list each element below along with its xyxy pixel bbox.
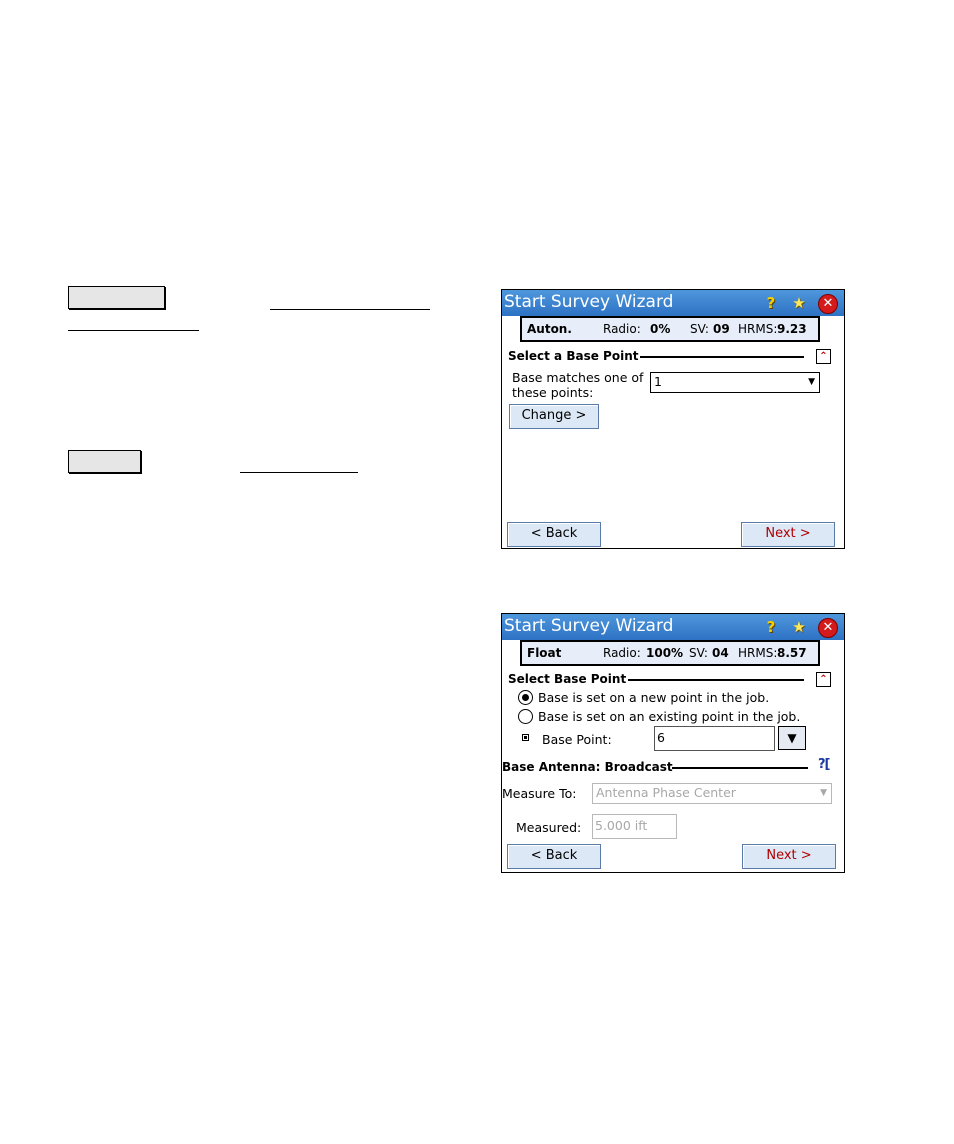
radio-value: 0% — [650, 322, 671, 336]
section-rule — [640, 356, 804, 358]
measure-to-dropdown[interactable]: Antenna Phase Center ▼ — [592, 783, 832, 804]
sv-label: SV: — [690, 322, 709, 336]
next-button[interactable]: Next > — [741, 522, 835, 547]
radio-value: 100% — [646, 646, 684, 660]
doc-key-box-2 — [68, 450, 141, 473]
title-bar: Start Survey Wizard ? ★ ✕ — [502, 614, 844, 640]
hrms-label: HRMS: — [738, 322, 778, 336]
chevron-down-icon: ▼ — [808, 377, 815, 387]
help-icon[interactable]: ? — [761, 617, 781, 637]
doc-key-box-1 — [68, 286, 165, 309]
start-survey-wizard-window-2: Start Survey Wizard ? ★ ✕ Float Radio: 1… — [501, 613, 845, 873]
measure-to-label: Measure To: — [502, 786, 577, 801]
window-title: Start Survey Wizard — [504, 616, 674, 636]
section-rule — [628, 679, 804, 681]
next-button[interactable]: Next > — [742, 844, 836, 869]
hrms-label: HRMS: — [738, 646, 778, 660]
collapse-section-icon[interactable]: ⌃ — [816, 672, 831, 687]
base-match-label-line1: Base matches one of — [512, 370, 644, 385]
base-point-dropdown[interactable]: 1 ▼ — [650, 372, 820, 393]
collapse-section-icon[interactable]: ⌃ — [816, 349, 831, 364]
sv-value: 04 — [712, 646, 729, 660]
hrms-value: 9.23 — [777, 322, 807, 336]
close-icon[interactable]: ✕ — [818, 618, 838, 638]
back-button[interactable]: < Back — [507, 522, 601, 547]
section-title-select-base: Select a Base Point — [508, 349, 639, 363]
section-title-select-base: Select Base Point — [508, 672, 627, 686]
section-rule — [672, 767, 808, 769]
doc-underline-2 — [68, 330, 199, 331]
sv-value: 09 — [713, 322, 730, 336]
help-icon[interactable]: ? — [761, 293, 781, 313]
bullet-icon — [522, 734, 529, 741]
radio-existing-point[interactable] — [518, 709, 533, 724]
radio-new-point-label: Base is set on a new point in the job. — [538, 690, 770, 705]
section-title-base-antenna: Base Antenna: Broadcast — [502, 760, 673, 774]
back-button[interactable]: < Back — [507, 844, 601, 869]
favorites-star-icon[interactable]: ★ — [789, 293, 809, 313]
window-title: Start Survey Wizard — [504, 292, 674, 312]
radio-existing-point-label: Base is set on an existing point in the … — [538, 709, 801, 724]
sv-label: SV: — [689, 646, 708, 660]
doc-underline-3 — [240, 472, 358, 473]
base-point-input-value: 6 — [657, 730, 665, 745]
base-point-dropdown-value: 1 — [654, 374, 662, 389]
title-bar: Start Survey Wizard ? ★ ✕ — [502, 290, 844, 316]
chevron-down-icon: ▼ — [787, 731, 797, 745]
measured-input-value: 5.000 ift — [595, 818, 648, 833]
measured-label: Measured: — [516, 820, 582, 835]
start-survey-wizard-window-1: Start Survey Wizard ? ★ ✕ Auton. Radio: … — [501, 289, 845, 549]
status-mode: Auton. — [527, 322, 572, 336]
base-point-picker-button[interactable]: ▼ — [778, 726, 806, 750]
status-bar[interactable]: Auton. Radio: 0% SV: 09 HRMS: 9.23 — [520, 316, 820, 342]
antenna-info-icon[interactable]: ?[ — [818, 757, 831, 772]
base-match-label-line2: these points: — [512, 385, 594, 400]
status-bar[interactable]: Float Radio: 100% SV: 04 HRMS: 8.57 — [520, 640, 820, 666]
chevron-down-icon: ▼ — [820, 788, 827, 798]
status-mode: Float — [527, 646, 562, 660]
measured-input[interactable]: 5.000 ift — [592, 814, 677, 839]
close-icon[interactable]: ✕ — [818, 294, 838, 314]
change-button[interactable]: Change > — [509, 404, 599, 429]
measure-to-value: Antenna Phase Center — [596, 785, 736, 800]
radio-new-point[interactable] — [518, 690, 533, 705]
base-point-input[interactable]: 6 — [654, 726, 775, 751]
favorites-star-icon[interactable]: ★ — [789, 617, 809, 637]
doc-underline-1 — [270, 309, 430, 310]
hrms-value: 8.57 — [777, 646, 807, 660]
radio-label: Radio: — [603, 646, 641, 660]
radio-label: Radio: — [603, 322, 641, 336]
base-point-label: Base Point: — [542, 732, 612, 747]
